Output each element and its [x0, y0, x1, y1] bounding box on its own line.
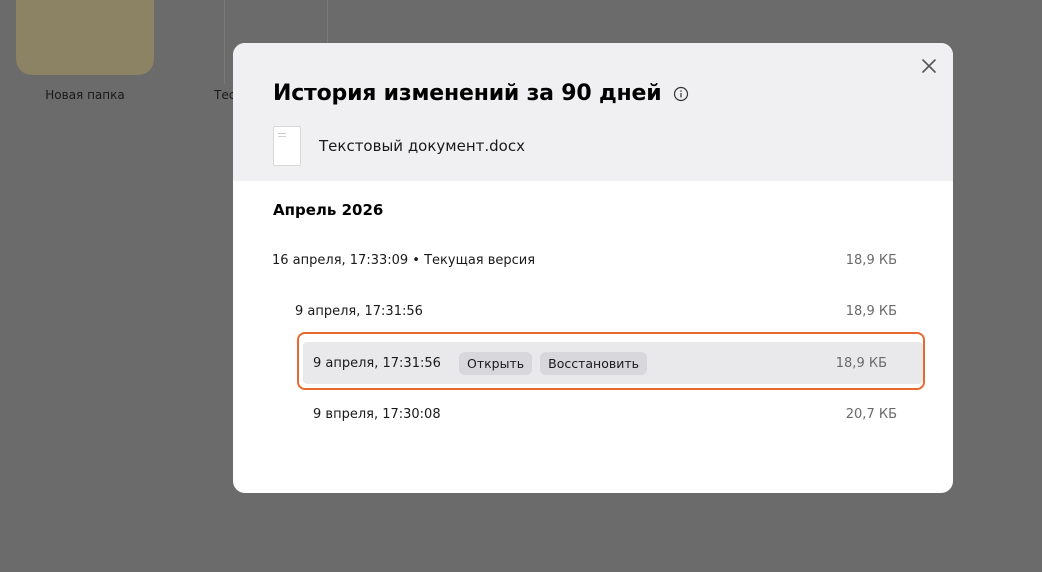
title-row: История изменений за 90 дней — [273, 81, 689, 106]
version-history-dialog: История изменений за 90 дней Текстовый д… — [233, 43, 953, 493]
file-info: Текстовый документ.docx — [273, 126, 525, 166]
close-icon[interactable] — [919, 56, 939, 76]
version-size: 18,9 КБ — [845, 252, 897, 268]
version-time: 16 апреля, 17:33:09 • Текущая версия — [272, 252, 536, 268]
version-time: 9 апреля, 17:31:56 — [295, 303, 423, 319]
version-actions: Открыть Восстановить — [459, 351, 647, 375]
folder-thumbnail[interactable] — [16, 0, 154, 75]
restore-button[interactable]: Восстановить — [540, 351, 647, 375]
dialog-title: История изменений за 90 дней — [273, 81, 662, 106]
version-time: 9 впреля, 17:30:08 — [313, 406, 441, 422]
open-button[interactable]: Открыть — [459, 351, 533, 375]
document-icon — [273, 126, 301, 166]
version-size: 18,9 КБ — [835, 355, 887, 371]
version-row[interactable]: 9 впреля, 17:30:08 20,7 КБ — [233, 394, 953, 434]
file-name: Текстовый документ.docx — [319, 137, 525, 155]
folder-name-label: Новая папка — [45, 88, 125, 102]
month-heading: Апрель 2026 — [273, 201, 384, 219]
version-row-selected[interactable]: 9 апреля, 17:31:56 Открыть Восстановить … — [303, 342, 923, 384]
version-row-current[interactable]: 16 апреля, 17:33:09 • Текущая версия 18,… — [233, 240, 953, 280]
version-time: 9 апреля, 17:31:56 — [313, 355, 441, 371]
info-icon[interactable] — [673, 86, 689, 102]
version-size: 20,7 КБ — [845, 406, 897, 422]
version-size: 18,9 КБ — [845, 303, 897, 319]
version-row[interactable]: 9 апреля, 17:31:56 18,9 КБ — [233, 291, 953, 331]
dialog-header: История изменений за 90 дней Текстовый д… — [233, 43, 953, 181]
